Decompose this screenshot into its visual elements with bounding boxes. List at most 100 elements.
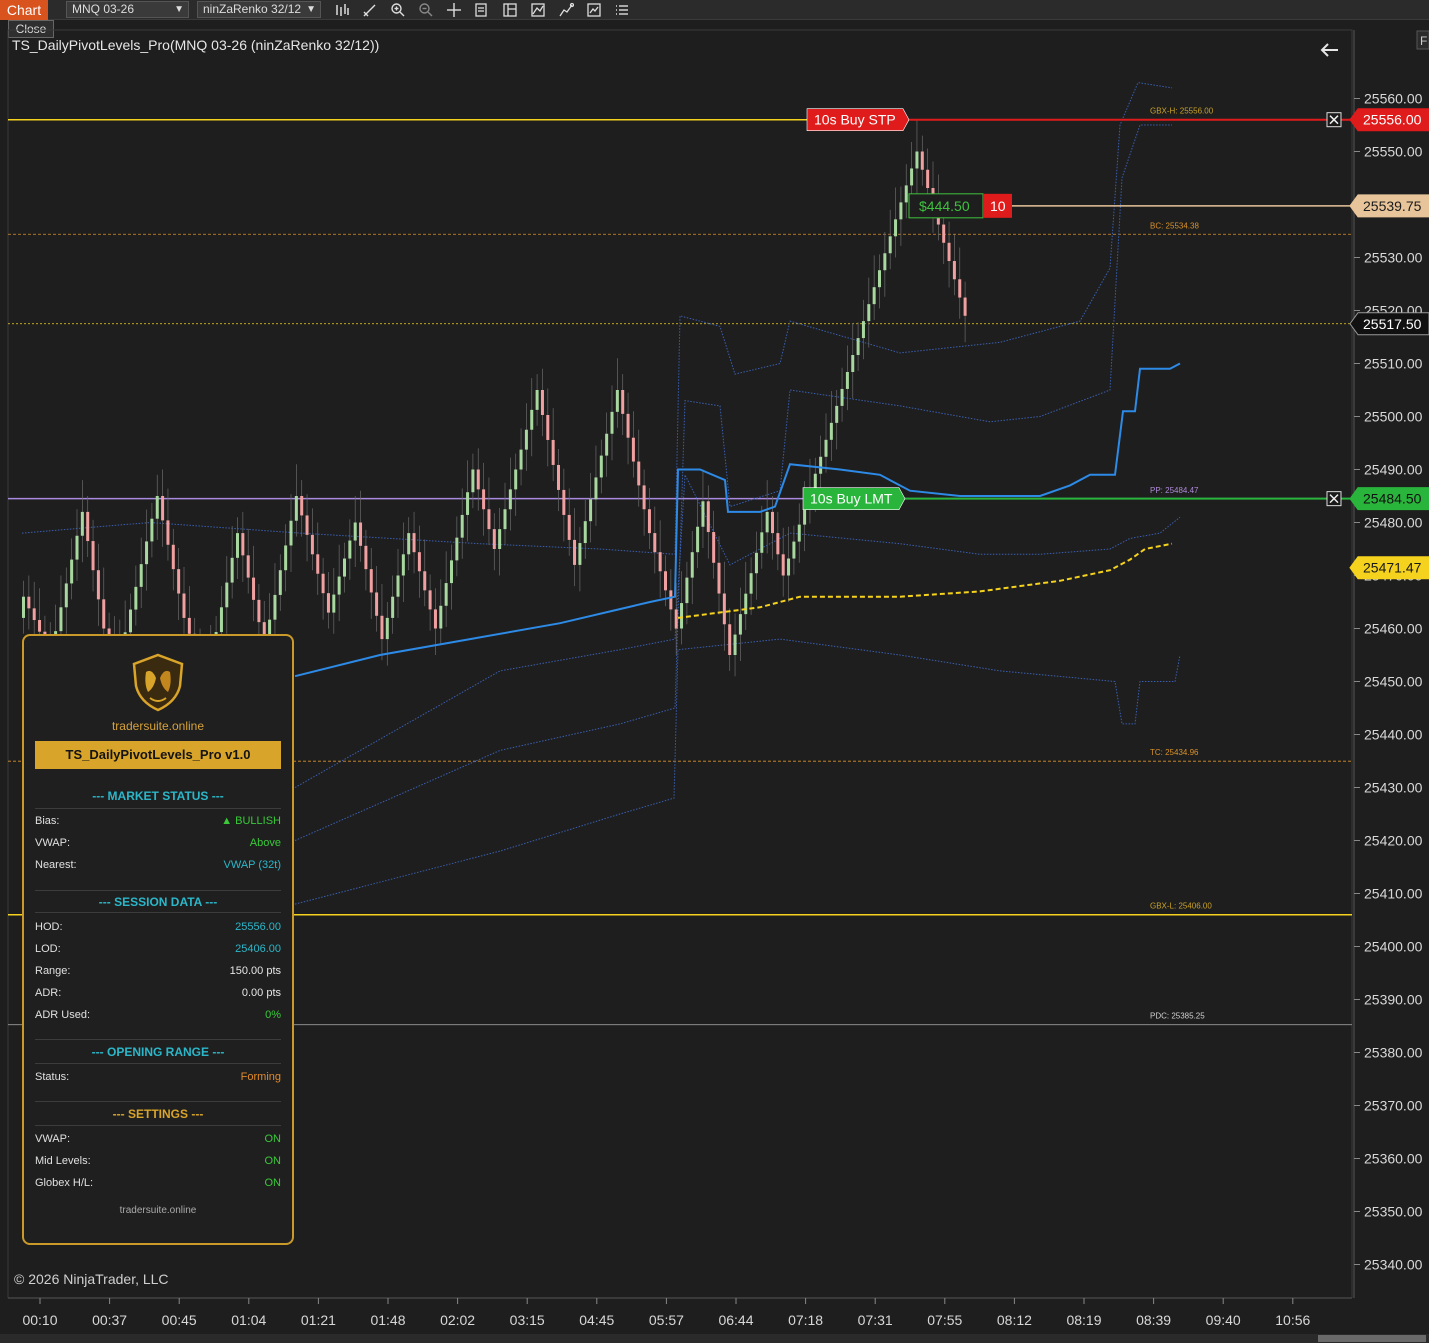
properties-icon[interactable] [502, 2, 518, 18]
crosshair-icon[interactable] [446, 2, 462, 18]
setting-globex-label: Globex H/L: [35, 1177, 94, 1189]
indicators-icon[interactable] [530, 2, 546, 18]
nearest-value: VWAP (32t) [223, 859, 281, 871]
bias-value: ▲ BULLISH [221, 815, 281, 827]
drawing-tool-icon[interactable] [362, 2, 378, 18]
time-tick-label: 07:55 [927, 1312, 962, 1328]
time-tick-label: 01:04 [231, 1312, 266, 1328]
up-bar [851, 355, 855, 372]
down-bar [91, 541, 95, 571]
range-value: 150.00 pts [229, 965, 281, 977]
up-bar [343, 558, 346, 577]
strategies-icon[interactable] [558, 2, 574, 18]
up-bar [64, 583, 68, 608]
up-bar [888, 236, 892, 254]
renko-bars [22, 119, 967, 708]
time-tick-label: 04:45 [579, 1312, 614, 1328]
up-bar [915, 151, 919, 169]
chart-trader-icon[interactable] [586, 2, 602, 18]
level-label: BC: 25534.38 [1150, 221, 1199, 230]
up-bar [385, 617, 389, 640]
down-bar [717, 562, 721, 594]
price-tick-label: 25550.00 [1364, 144, 1423, 160]
time-tick-label: 08:39 [1136, 1312, 1171, 1328]
setting-vwap-label: VWAP: [35, 1133, 71, 1145]
time-tick-label: 01:48 [370, 1312, 405, 1328]
down-bar [359, 522, 363, 546]
up-bar [856, 338, 860, 356]
down-bar [32, 608, 36, 621]
up-bar [829, 422, 833, 440]
down-bar [920, 151, 924, 170]
down-bar [380, 615, 384, 640]
down-bar [722, 593, 726, 625]
up-bar [22, 596, 25, 618]
price-tick-label: 25380.00 [1364, 1045, 1423, 1061]
down-bar [551, 439, 555, 465]
down-bar [166, 520, 170, 545]
time-axis[interactable]: 00:10 00:37 00:45 01:04 01:21 01:48 02:02 03:15… [0, 1297, 1429, 1343]
up-bar [471, 469, 475, 493]
up-bar [407, 533, 411, 555]
price-marker-label: 25471.47 [1363, 560, 1422, 576]
chart-toolbar: Chart MNQ 03-26 ▼ ninZaRenko 32/12 ▼ [0, 0, 1429, 20]
price-axis[interactable]: 25560.0025550.0025540.0025530.0025520.00… [1349, 20, 1429, 1298]
up-bar [230, 557, 234, 583]
up-bar [273, 594, 277, 620]
down-bar [712, 532, 716, 563]
chart-orders[interactable]: 10s Buy STP 10s Buy LMT $444.50 10 [802, 108, 1352, 510]
price-tick-label: 25350.00 [1364, 1204, 1423, 1220]
up-bar [738, 614, 742, 635]
up-bar [792, 541, 796, 559]
menu-list-icon[interactable] [614, 2, 630, 18]
down-bar [417, 552, 421, 572]
down-bar [653, 533, 657, 553]
or-status-label: Status: [35, 1071, 70, 1083]
up-bar [391, 596, 395, 618]
scrollbar-thumb[interactable] [1318, 1335, 1426, 1342]
up-bar [685, 577, 689, 604]
horizontal-scrollbar[interactable] [0, 1334, 1429, 1343]
vwap-status-label: VWAP: [35, 837, 71, 849]
bias-label: Bias: [35, 815, 60, 827]
up-bar [578, 543, 582, 565]
divider [35, 1039, 281, 1040]
divider [35, 890, 281, 891]
back-arrow-icon[interactable] [1318, 38, 1342, 62]
time-tick-label: 07:31 [858, 1312, 893, 1328]
up-bar [294, 496, 298, 521]
time-tick-label: 00:45 [162, 1312, 197, 1328]
down-bar [241, 533, 245, 556]
bars-type-value: ninZaRenko 32/12 [203, 2, 302, 16]
tab-chart[interactable]: Chart [0, 0, 48, 20]
zoom-out-icon[interactable] [418, 2, 434, 18]
down-bar [669, 590, 673, 610]
up-bar [530, 409, 534, 430]
down-bar [182, 593, 186, 618]
up-bar [824, 439, 828, 457]
vwap-status-value: Above [249, 837, 281, 849]
up-bar [819, 456, 823, 474]
up-bar [615, 390, 619, 412]
vwap-line [294, 362, 1181, 678]
down-bar [540, 390, 544, 415]
down-bar [626, 413, 630, 438]
down-bar [942, 224, 946, 243]
up-bar [744, 593, 748, 615]
divider [35, 1125, 281, 1126]
zoom-in-icon[interactable] [390, 2, 406, 18]
instrument-selector[interactable]: MNQ 03-26 ▼ [66, 1, 189, 18]
up-bar [498, 529, 502, 549]
down-bar [305, 515, 309, 535]
down-bar [647, 509, 651, 534]
up-bar [803, 507, 807, 525]
bar-type-icon[interactable] [334, 2, 350, 18]
data-box-icon[interactable] [474, 2, 490, 18]
bars-type-selector[interactable]: ninZaRenko 32/12 ▼ [197, 1, 321, 18]
down-bar [573, 539, 577, 565]
instrument-value: MNQ 03-26 [72, 2, 135, 16]
range-label: Range: [35, 965, 71, 977]
down-bar [423, 571, 427, 591]
up-bar [70, 559, 74, 584]
down-bar [728, 624, 732, 655]
